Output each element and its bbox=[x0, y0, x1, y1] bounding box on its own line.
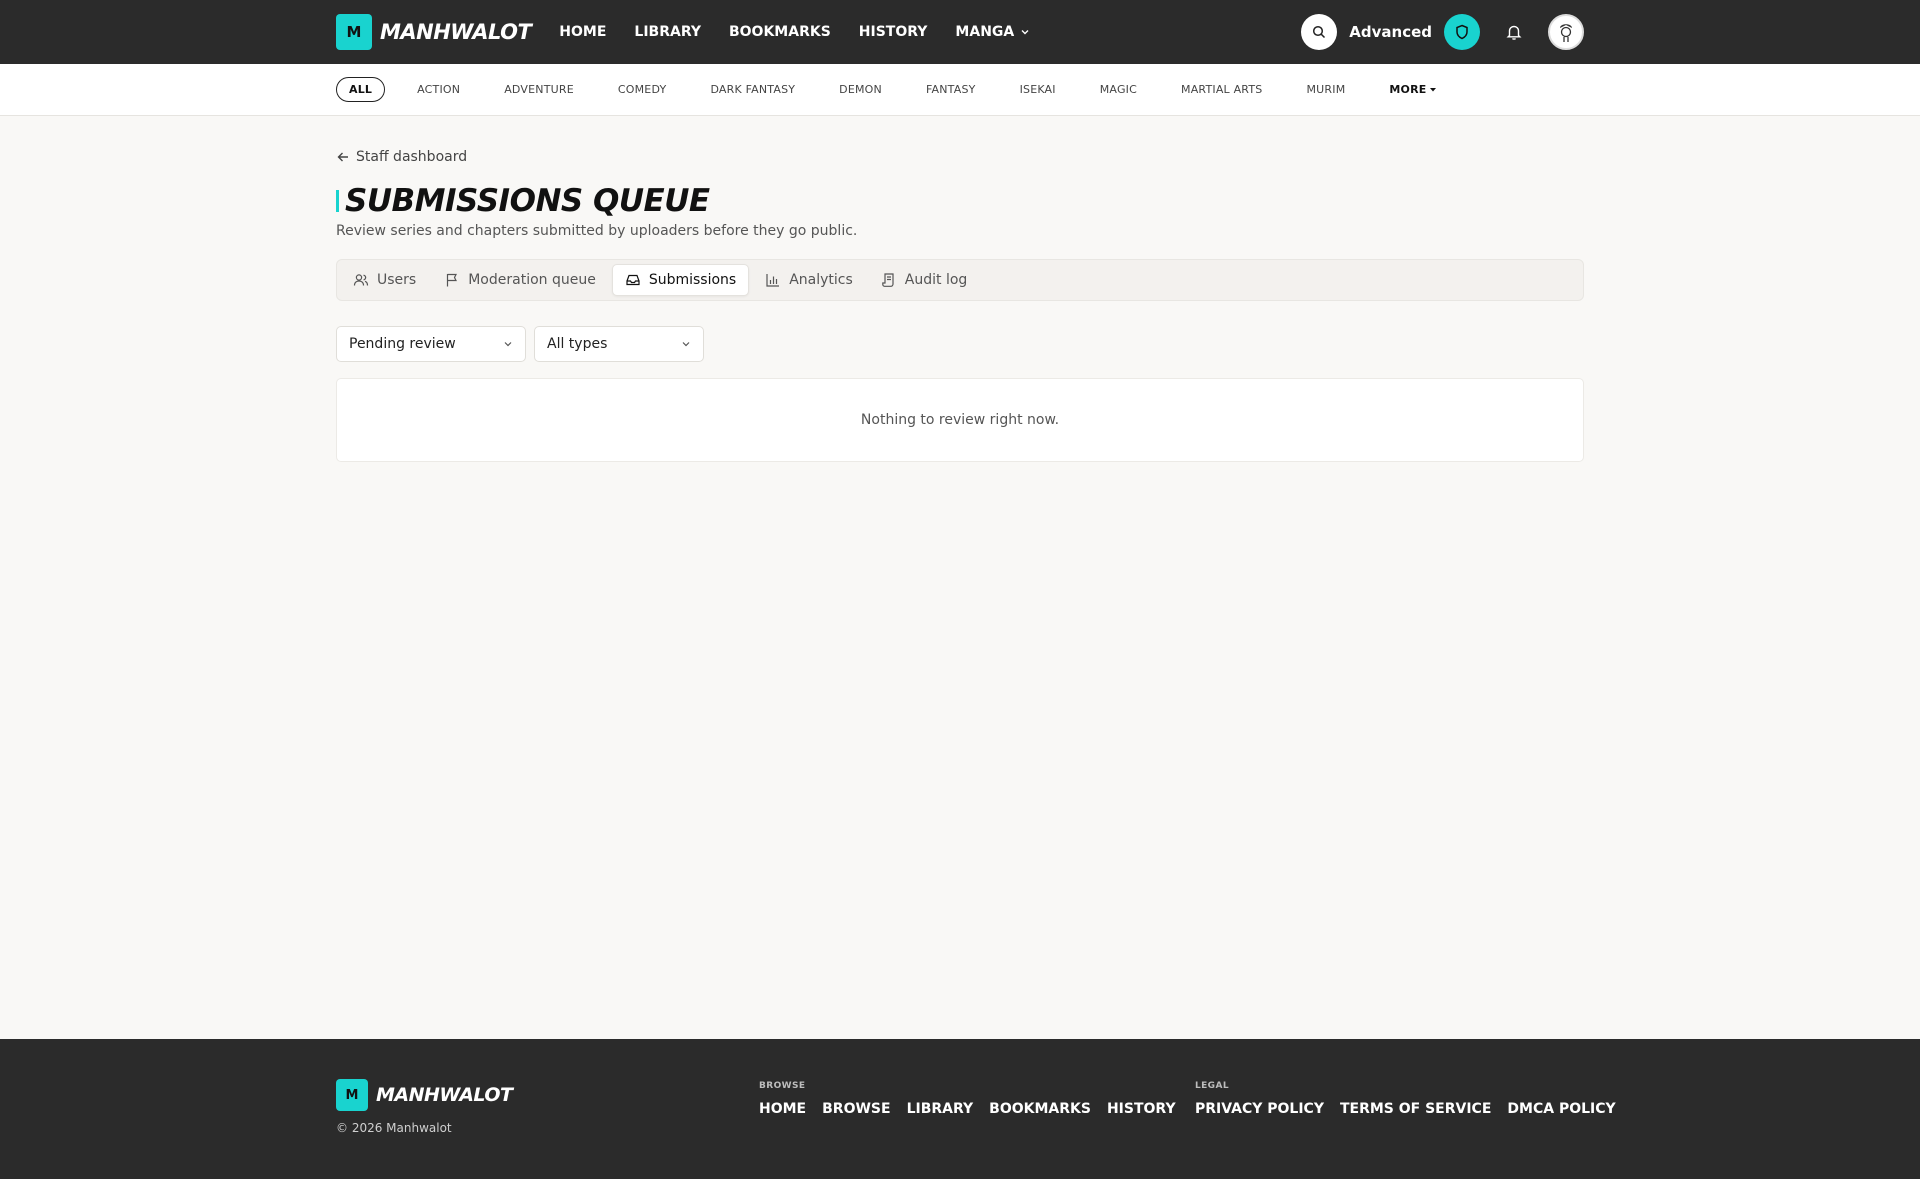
main-content: Staff dashboard SUBMISSIONS QUEUE Review… bbox=[336, 116, 1584, 462]
search-button[interactable] bbox=[1301, 14, 1338, 50]
genre-murim[interactable]: MURIM bbox=[1294, 78, 1357, 101]
users-icon bbox=[353, 272, 369, 288]
empty-state: Nothing to review right now. bbox=[336, 378, 1584, 462]
footer-logo-text: MANHWALOT bbox=[376, 1084, 513, 1106]
chevron-down-icon bbox=[503, 339, 513, 349]
caret-down-icon bbox=[1430, 87, 1437, 92]
footer-link-library[interactable]: LIBRARY bbox=[907, 1101, 974, 1117]
main-nav: HOME LIBRARY BOOKMARKS HISTORY MANGA bbox=[559, 24, 1030, 40]
footer-browse-heading: BROWSE bbox=[759, 1081, 806, 1091]
genre-demon[interactable]: DEMON bbox=[827, 78, 894, 101]
tab-moderation-queue[interactable]: Moderation queue bbox=[432, 264, 608, 296]
bell-icon bbox=[1505, 23, 1523, 41]
copyright: © 2026 Manhwalot bbox=[336, 1121, 452, 1135]
staff-tabs: Users Moderation queue Submissions Analy… bbox=[336, 259, 1584, 301]
logo[interactable]: M MANHWALOT bbox=[336, 14, 532, 50]
page-subtitle: Review series and chapters submitted by … bbox=[336, 223, 858, 239]
genre-adventure[interactable]: ADVENTURE bbox=[492, 78, 586, 101]
tab-analytics[interactable]: Analytics bbox=[753, 264, 865, 296]
chevron-down-icon bbox=[1020, 27, 1030, 37]
footer-link-privacy-policy[interactable]: PRIVACY POLICY bbox=[1195, 1101, 1324, 1117]
advanced-search-link[interactable]: Advanced bbox=[1349, 23, 1432, 41]
genre-fantasy[interactable]: FANTASY bbox=[914, 78, 988, 101]
user-avatar-icon bbox=[1551, 17, 1581, 47]
chevron-down-icon bbox=[681, 339, 691, 349]
back-to-staff-dashboard-link[interactable]: Staff dashboard bbox=[336, 149, 1584, 165]
genre-isekai[interactable]: ISEKAI bbox=[1008, 78, 1068, 101]
nav-manga-label: MANGA bbox=[955, 24, 1015, 40]
genre-bar: ALL ACTION ADVENTURE COMEDY DARK FANTASY… bbox=[0, 64, 1920, 116]
genre-action[interactable]: ACTION bbox=[405, 78, 472, 101]
search-icon bbox=[1312, 25, 1326, 39]
genre-martial-arts[interactable]: MARTIAL ARTS bbox=[1169, 78, 1274, 101]
status-filter-select[interactable]: Pending review bbox=[336, 326, 526, 362]
footer-link-terms-of-service[interactable]: TERMS OF SERVICE bbox=[1340, 1101, 1491, 1117]
tab-users[interactable]: Users bbox=[341, 264, 428, 296]
footer-legal-heading: LEGAL bbox=[1195, 1081, 1229, 1091]
filters-row: Pending review All types bbox=[336, 326, 1584, 362]
arrow-left-icon bbox=[336, 150, 350, 164]
footer-logo-mark: M bbox=[336, 1079, 368, 1111]
footer-legal-col: LEGAL PRIVACY POLICY TERMS OF SERVICE DM… bbox=[1195, 1081, 1616, 1117]
genre-all[interactable]: ALL bbox=[336, 77, 386, 102]
footer-link-history[interactable]: HISTORY bbox=[1107, 1101, 1176, 1117]
flag-icon bbox=[444, 272, 460, 288]
avatar[interactable] bbox=[1548, 14, 1584, 50]
status-filter-value: Pending review bbox=[349, 336, 456, 352]
nav-bookmarks[interactable]: BOOKMARKS bbox=[729, 24, 831, 40]
tab-submissions[interactable]: Submissions bbox=[611, 264, 750, 296]
tab-audit-log[interactable]: Audit log bbox=[869, 264, 980, 296]
nav-home[interactable]: HOME bbox=[559, 24, 606, 40]
type-filter-value: All types bbox=[547, 336, 608, 352]
tab-users-label: Users bbox=[377, 272, 417, 288]
page-title-wrap: SUBMISSIONS QUEUE bbox=[336, 183, 1584, 219]
footer-link-browse[interactable]: BROWSE bbox=[822, 1101, 890, 1117]
top-navbar: M MANHWALOT HOME LIBRARY BOOKMARKS HISTO… bbox=[0, 0, 1920, 64]
back-link-label: Staff dashboard bbox=[356, 149, 468, 165]
logo-mark: M bbox=[336, 14, 372, 50]
type-filter-select[interactable]: All types bbox=[534, 326, 704, 362]
footer-link-dmca-policy[interactable]: DMCA POLICY bbox=[1507, 1101, 1615, 1117]
genre-more-dropdown[interactable]: MORE bbox=[1377, 78, 1448, 101]
footer-browse-col: BROWSE HOME BROWSE LIBRARY BOOKMARKS HIS… bbox=[759, 1081, 1176, 1117]
empty-state-message: Nothing to review right now. bbox=[860, 412, 1060, 428]
tab-moderation-queue-label: Moderation queue bbox=[468, 272, 596, 288]
tab-submissions-label: Submissions bbox=[648, 272, 737, 288]
genre-dark-fantasy[interactable]: DARK FANTASY bbox=[698, 78, 807, 101]
nav-library[interactable]: LIBRARY bbox=[634, 24, 701, 40]
inbox-icon bbox=[625, 272, 641, 288]
genre-magic[interactable]: MAGIC bbox=[1088, 78, 1149, 101]
footer: M MANHWALOT © 2026 Manhwalot BROWSE HOME… bbox=[0, 1039, 1920, 1179]
bar-chart-icon bbox=[765, 272, 781, 288]
scroll-icon bbox=[881, 272, 897, 288]
genre-more-label: MORE bbox=[1389, 83, 1427, 96]
tab-audit-log-label: Audit log bbox=[904, 272, 968, 288]
nav-manga-dropdown[interactable]: MANGA bbox=[955, 24, 1030, 40]
shield-icon bbox=[1455, 24, 1469, 40]
notifications-button[interactable] bbox=[1496, 14, 1532, 50]
genre-comedy[interactable]: COMEDY bbox=[606, 78, 679, 101]
logo-text: MANHWALOT bbox=[380, 20, 532, 44]
page-title: SUBMISSIONS QUEUE bbox=[345, 183, 710, 219]
footer-link-bookmarks[interactable]: BOOKMARKS bbox=[989, 1101, 1091, 1117]
title-accent-bar bbox=[336, 190, 339, 212]
footer-logo[interactable]: M MANHWALOT bbox=[336, 1079, 513, 1111]
footer-brand: M MANHWALOT © 2026 Manhwalot bbox=[336, 1079, 513, 1135]
tab-analytics-label: Analytics bbox=[789, 272, 853, 288]
footer-link-home[interactable]: HOME bbox=[759, 1101, 806, 1117]
staff-shield-button[interactable] bbox=[1444, 14, 1480, 50]
nav-history[interactable]: HISTORY bbox=[859, 24, 928, 40]
